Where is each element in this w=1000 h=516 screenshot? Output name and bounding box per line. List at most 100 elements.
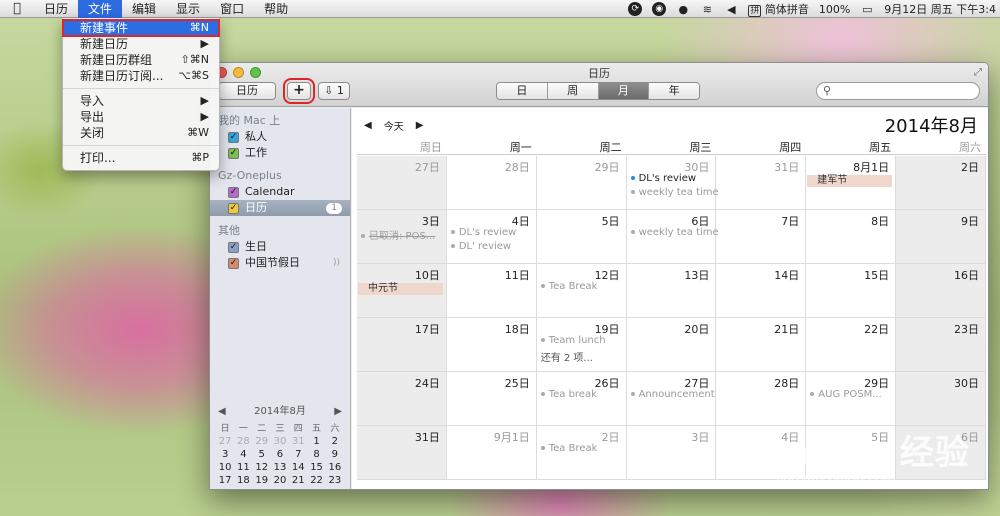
day-cell[interactable]: 27日 Announcement (626, 372, 717, 426)
volume-icon[interactable]: ◀ (724, 2, 738, 16)
mini-next-icon[interactable]: ▶ (334, 405, 342, 419)
export-menu-item[interactable]: 导出 ▶ (63, 109, 219, 125)
day-cell[interactable]: 27日 (357, 156, 447, 210)
mini-day[interactable]: 13 (271, 462, 289, 473)
day-cell[interactable]: 8日 (806, 210, 897, 264)
mini-day[interactable]: 20 (271, 475, 289, 486)
battery-status[interactable]: 100% (819, 3, 850, 16)
day-cell[interactable]: 31日 (716, 156, 807, 210)
day-cell[interactable]: 20日 (626, 318, 717, 372)
day-cell[interactable]: 4日 DL's review DL' review (446, 210, 537, 264)
mini-day[interactable]: 26 (253, 488, 271, 489)
day-cell[interactable]: 14日 (716, 264, 807, 318)
mini-day[interactable]: 9 (326, 449, 344, 460)
calendars-button[interactable]: 日历 (218, 82, 276, 100)
mini-day[interactable]: 19 (253, 475, 271, 486)
mini-day[interactable]: 10 (216, 462, 234, 473)
sidebar-item-work[interactable]: ✓ 工作 (210, 145, 350, 161)
view-year-button[interactable]: 年 (649, 83, 699, 99)
day-cell[interactable]: 19日 Team lunch 还有 2 项... (536, 318, 627, 372)
day-cell[interactable]: 29日 AUG POSM... (806, 372, 897, 426)
new-event-menu-item[interactable]: 新建事件 ⌘N (62, 19, 220, 37)
calendar-event[interactable]: AUG POSM... (810, 389, 882, 400)
battery-icon[interactable]: ▭ (860, 2, 874, 16)
sidebar-item-calendar[interactable]: ✓ Calendar (210, 184, 350, 200)
day-cell[interactable]: 3日 已取消: POS... (357, 210, 447, 264)
add-event-button[interactable]: + (283, 78, 315, 104)
checkbox-icon[interactable]: ✓ (228, 186, 239, 198)
mini-day[interactable]: 31 (289, 436, 307, 447)
day-cell[interactable]: 21日 (716, 318, 807, 372)
day-cell[interactable]: 9月1日 (446, 426, 537, 480)
mini-day[interactable]: 11 (234, 462, 252, 473)
mini-day[interactable]: 23 (326, 475, 344, 486)
menu-calendar[interactable]: 日历 (34, 0, 78, 18)
sync-icon[interactable]: ⟳ (628, 2, 643, 16)
checkbox-icon[interactable]: ✓ (228, 147, 239, 159)
day-cell[interactable]: 17日 (357, 318, 447, 372)
menu-file[interactable]: 文件 (78, 0, 123, 18)
day-cell[interactable]: 16日 (896, 264, 986, 318)
close-menu-item[interactable]: 关闭 ⌘W (63, 125, 219, 141)
sidebar-item-rili[interactable]: ✓ 日历 1 (210, 200, 350, 216)
mini-day[interactable]: 15 (307, 462, 325, 473)
mini-day[interactable]: 1 (307, 436, 325, 447)
sidebar-item-holidays[interactable]: ✓ 中国节假日 )) (210, 255, 350, 271)
clock[interactable]: 9月12日 周五 下午3:4 (884, 1, 996, 17)
day-cell[interactable]: 13日 (626, 264, 717, 318)
import-menu-item[interactable]: 导入 ▶ (63, 93, 219, 109)
input-method[interactable]: 拼 简体拼音 (748, 1, 809, 17)
apple-menu-icon[interactable]:  (0, 1, 34, 16)
day-cell[interactable]: 22日 (806, 318, 897, 372)
checkbox-icon[interactable]: ✓ (228, 257, 239, 269)
calendar-event[interactable]: weekly tea time (630, 227, 719, 238)
calendar-event[interactable]: 已取消: POS... (361, 227, 435, 242)
mini-day[interactable]: 8 (307, 449, 325, 460)
day-cell[interactable]: 30日 (896, 372, 986, 426)
next-month-icon[interactable]: ▶ (416, 120, 424, 131)
mini-day[interactable]: 24 (216, 488, 234, 489)
mini-day[interactable]: 6 (271, 449, 289, 460)
day-cell[interactable]: 28日 (716, 372, 807, 426)
mini-day[interactable]: 30 (326, 488, 344, 489)
view-month-button[interactable]: 月 (598, 83, 650, 99)
day-cell[interactable]: 23日 (896, 318, 986, 372)
qq-icon[interactable]: ● (676, 2, 690, 16)
all-day-event[interactable]: 中元节 (358, 283, 443, 295)
day-cell[interactable]: 9日 (896, 210, 986, 264)
today-button[interactable]: 今天 (384, 118, 404, 133)
mini-day[interactable]: 7 (289, 449, 307, 460)
mini-day[interactable]: 27 (216, 436, 234, 447)
mini-day[interactable]: 30 (271, 436, 289, 447)
calendar-event[interactable]: Team lunch (540, 335, 606, 346)
mini-day[interactable]: 29 (307, 488, 325, 489)
day-cell[interactable]: 3日 (626, 426, 717, 480)
new-calendar-menu-item[interactable]: 新建日历 ▶ (63, 36, 219, 52)
previous-month-icon[interactable]: ◀ (364, 120, 372, 131)
day-cell[interactable]: 18日 (446, 318, 537, 372)
day-cell[interactable]: 30日 DL's review weekly tea time (626, 156, 719, 210)
calendar-event[interactable]: DL's review (630, 173, 696, 184)
day-cell[interactable]: 11日 (446, 264, 537, 318)
all-day-event[interactable]: 建军节 (807, 175, 893, 187)
new-calendar-group-menu-item[interactable]: 新建日历群组 ⇧⌘N (63, 52, 219, 68)
day-cell[interactable]: 10日 中元节 (357, 264, 447, 318)
mini-day[interactable]: 17 (216, 475, 234, 486)
menu-view[interactable]: 显示 (166, 0, 210, 18)
day-cell[interactable]: 2日 (896, 156, 986, 210)
fullscreen-icon[interactable]: ⤢ (974, 67, 982, 78)
day-cell[interactable]: 26日 Tea break (536, 372, 627, 426)
menu-window[interactable]: 窗口 (210, 0, 254, 18)
more-events-link[interactable]: 还有 2 项... (541, 349, 593, 364)
checkbox-icon[interactable]: ✓ (228, 241, 239, 253)
menu-edit[interactable]: 编辑 (122, 0, 166, 18)
mini-day[interactable]: 12 (253, 462, 271, 473)
mini-day[interactable]: 29 (253, 436, 271, 447)
checkbox-icon[interactable]: ✓ (228, 131, 239, 143)
mini-day[interactable]: 25 (234, 488, 252, 489)
calendar-event[interactable]: weekly tea time (630, 187, 719, 198)
print-menu-item[interactable]: 打印... ⌘P (63, 150, 219, 166)
view-day-button[interactable]: 日 (497, 83, 548, 99)
view-week-button[interactable]: 周 (547, 83, 599, 99)
day-cell[interactable]: 28日 (446, 156, 537, 210)
